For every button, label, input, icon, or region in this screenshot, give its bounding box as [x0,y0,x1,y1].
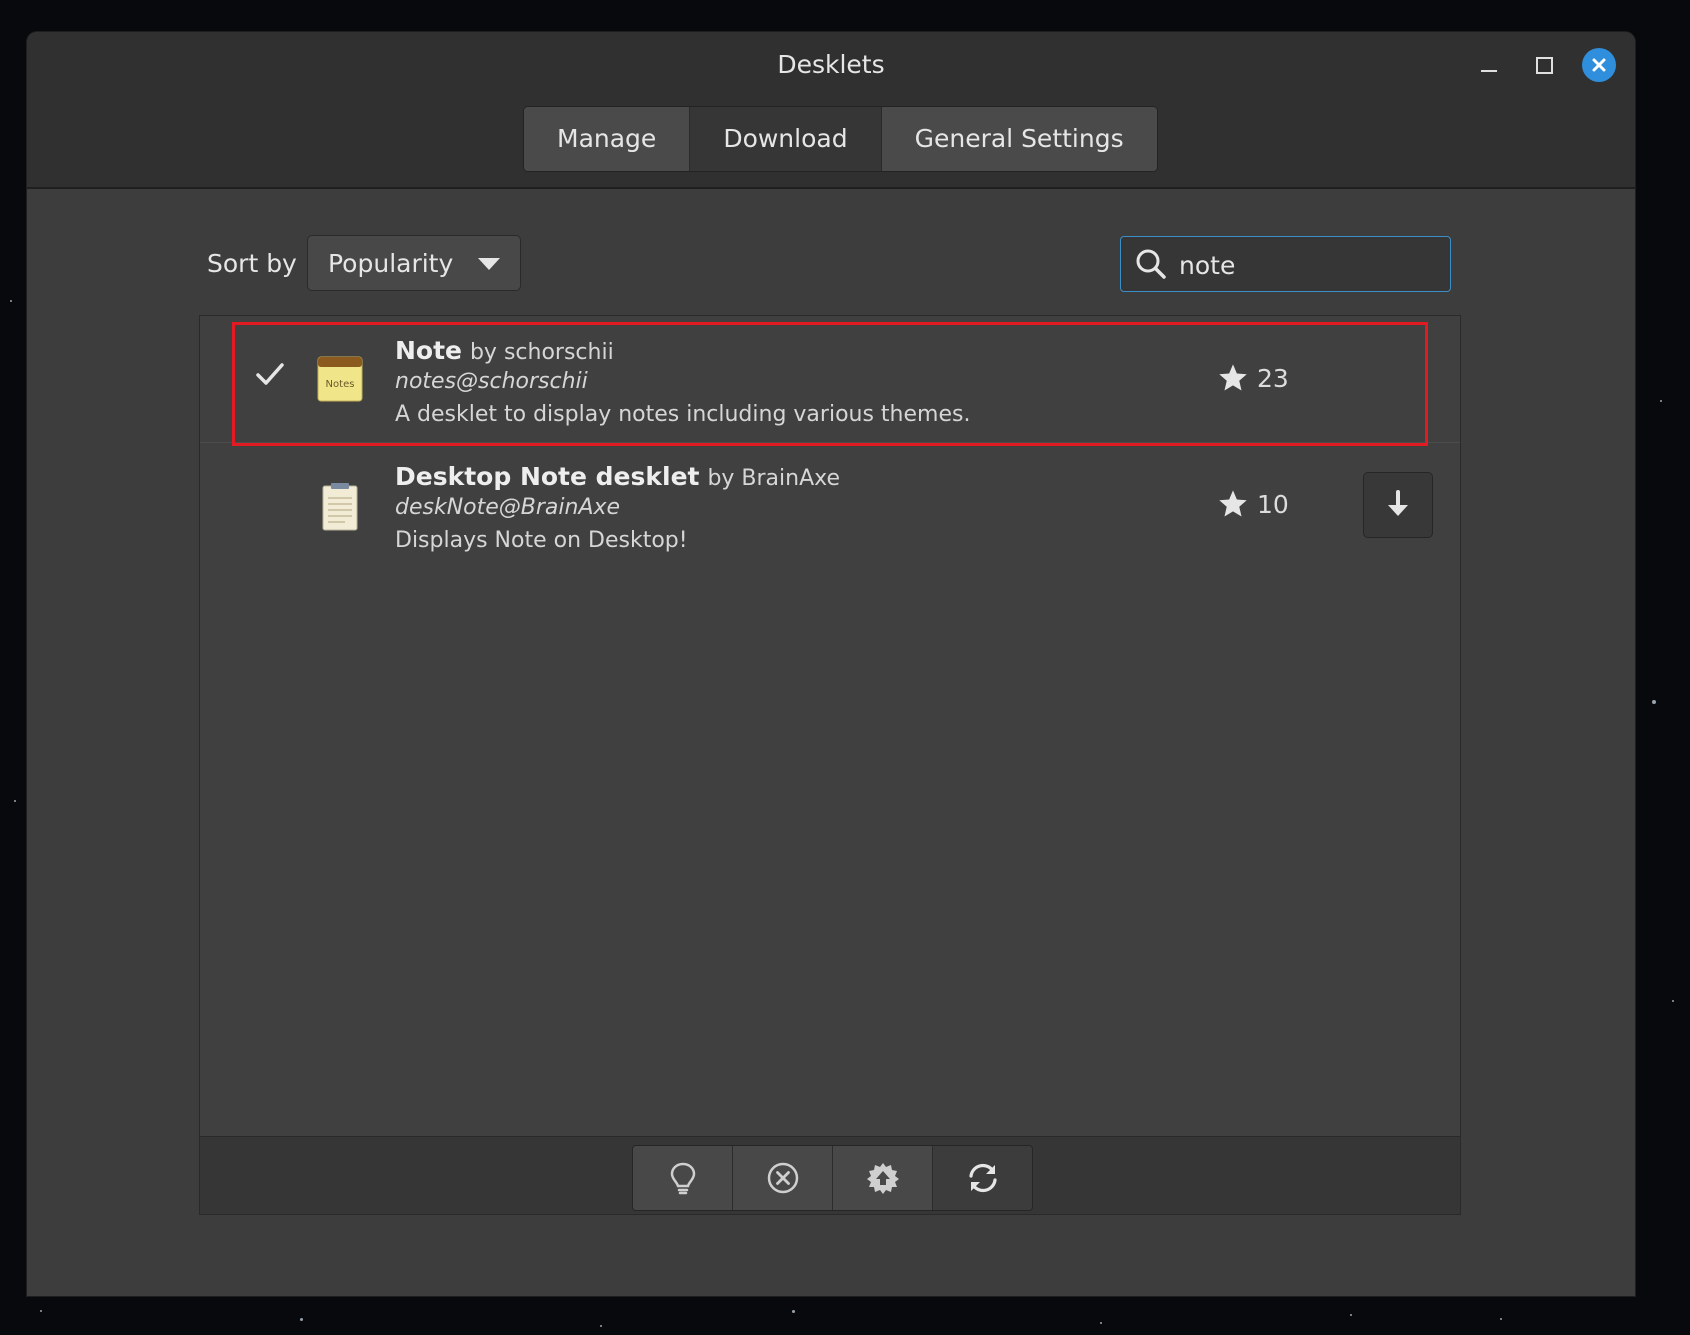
result-author: by BrainAxe [707,466,841,491]
result-name: Note [395,336,463,365]
refresh-button[interactable] [933,1146,1032,1210]
search-input[interactable] [1177,245,1441,285]
desklet-list: Notes Note by schorschii notes@schorschi… [199,315,1461,1137]
result-name: Desktop Note desklet [395,462,700,491]
toolbar-button-group [632,1145,1033,1211]
refresh-icon [968,1163,997,1193]
window-title: Desklets [777,50,885,79]
chevron-down-icon [478,258,500,270]
header-bar: Desklets Manage Download General Setting… [27,32,1635,189]
uninstall-button[interactable] [733,1146,833,1210]
bottom-toolbar [199,1137,1461,1215]
result-title: Desktop Note desklet by BrainAxe [395,462,840,491]
tab-download[interactable]: Download [690,107,882,171]
result-description: Displays Note on Desktop! [395,528,688,553]
sort-dropdown[interactable]: Popularity [307,235,521,291]
rating-count: 23 [1257,363,1289,393]
minimize-icon[interactable] [1472,48,1506,82]
upload-gear-icon [866,1163,899,1194]
tab-manage[interactable]: Manage [524,107,691,171]
search-icon [1136,249,1166,279]
result-title: Note by schorschii [395,336,614,365]
download-arrow-icon [1388,490,1408,516]
download-button[interactable] [1363,472,1433,538]
upload-button[interactable] [833,1146,933,1210]
desklets-window: Desklets Manage Download General Setting… [27,32,1635,1296]
tab-bar: Manage Download General Settings [523,106,1158,172]
notes-icon: Notes [317,356,363,402]
close-icon[interactable] [1582,48,1616,82]
sort-value: Popularity [328,249,454,278]
tab-general-settings[interactable]: General Settings [881,107,1157,171]
installed-check-icon [256,363,284,385]
rating-count: 10 [1257,489,1289,519]
rating: 10 [1217,488,1289,520]
notepad-icon [322,483,358,531]
star-icon [1219,490,1247,517]
star-icon [1219,364,1247,391]
search-field[interactable] [1120,236,1451,292]
list-item[interactable]: Notes Note by schorschii notes@schorschi… [200,316,1460,443]
result-uuid: notes@schorschii [395,369,588,394]
lightbulb-icon [670,1162,695,1195]
result-author: by schorschii [469,340,614,365]
result-description: A desklet to display notes including var… [395,402,971,427]
remove-circle-icon [767,1162,798,1194]
rating: 23 [1217,362,1289,394]
result-uuid: deskNote@BrainAxe [395,495,621,520]
sort-label: Sort by [207,249,297,278]
maximize-icon[interactable] [1527,48,1561,82]
list-item[interactable]: Desktop Note desklet by BrainAxe deskNot… [200,442,1460,568]
more-info-button[interactable] [633,1146,733,1210]
notes-icon-label: Notes [326,379,355,390]
